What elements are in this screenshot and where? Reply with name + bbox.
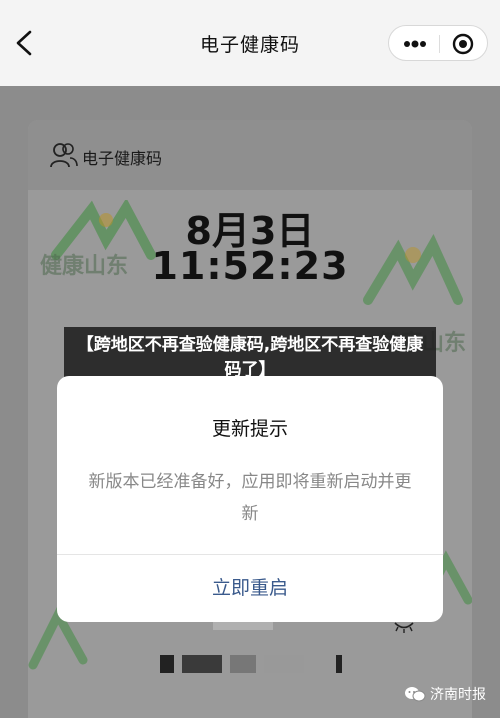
miniapp-capsule: [388, 25, 488, 61]
blurred-block: [230, 655, 256, 673]
navigation-bar: 电子健康码: [0, 0, 500, 86]
more-icon[interactable]: [401, 36, 429, 52]
blurred-block: [182, 655, 222, 673]
wechat-icon: [405, 687, 426, 702]
card-header-label: 电子健康码: [82, 149, 163, 168]
blurred-name-row: [160, 655, 342, 677]
capsule-divider: [439, 35, 440, 53]
source-label: 济南时报: [430, 687, 486, 703]
blurred-block: [264, 655, 304, 673]
eye-closed-icon: [394, 622, 414, 633]
dialog-message: 新版本已经准备好，应用即将重新启动并更新: [88, 472, 412, 524]
blurred-block: [160, 655, 174, 673]
source-tag: 济南时报: [404, 684, 486, 704]
dialog-title: 更新提示: [211, 418, 288, 440]
restart-now-button[interactable]: 立即重启: [57, 554, 443, 622]
card-header: 电子健康码: [28, 120, 472, 190]
users-icon: [50, 143, 78, 168]
update-dialog: 更新提示 新版本已经准备好，应用即将重新启动并更新 立即重启: [57, 376, 443, 622]
close-miniapp-icon[interactable]: [451, 32, 475, 56]
check-time: 11:52:23: [151, 244, 349, 288]
blurred-block: [336, 655, 342, 673]
